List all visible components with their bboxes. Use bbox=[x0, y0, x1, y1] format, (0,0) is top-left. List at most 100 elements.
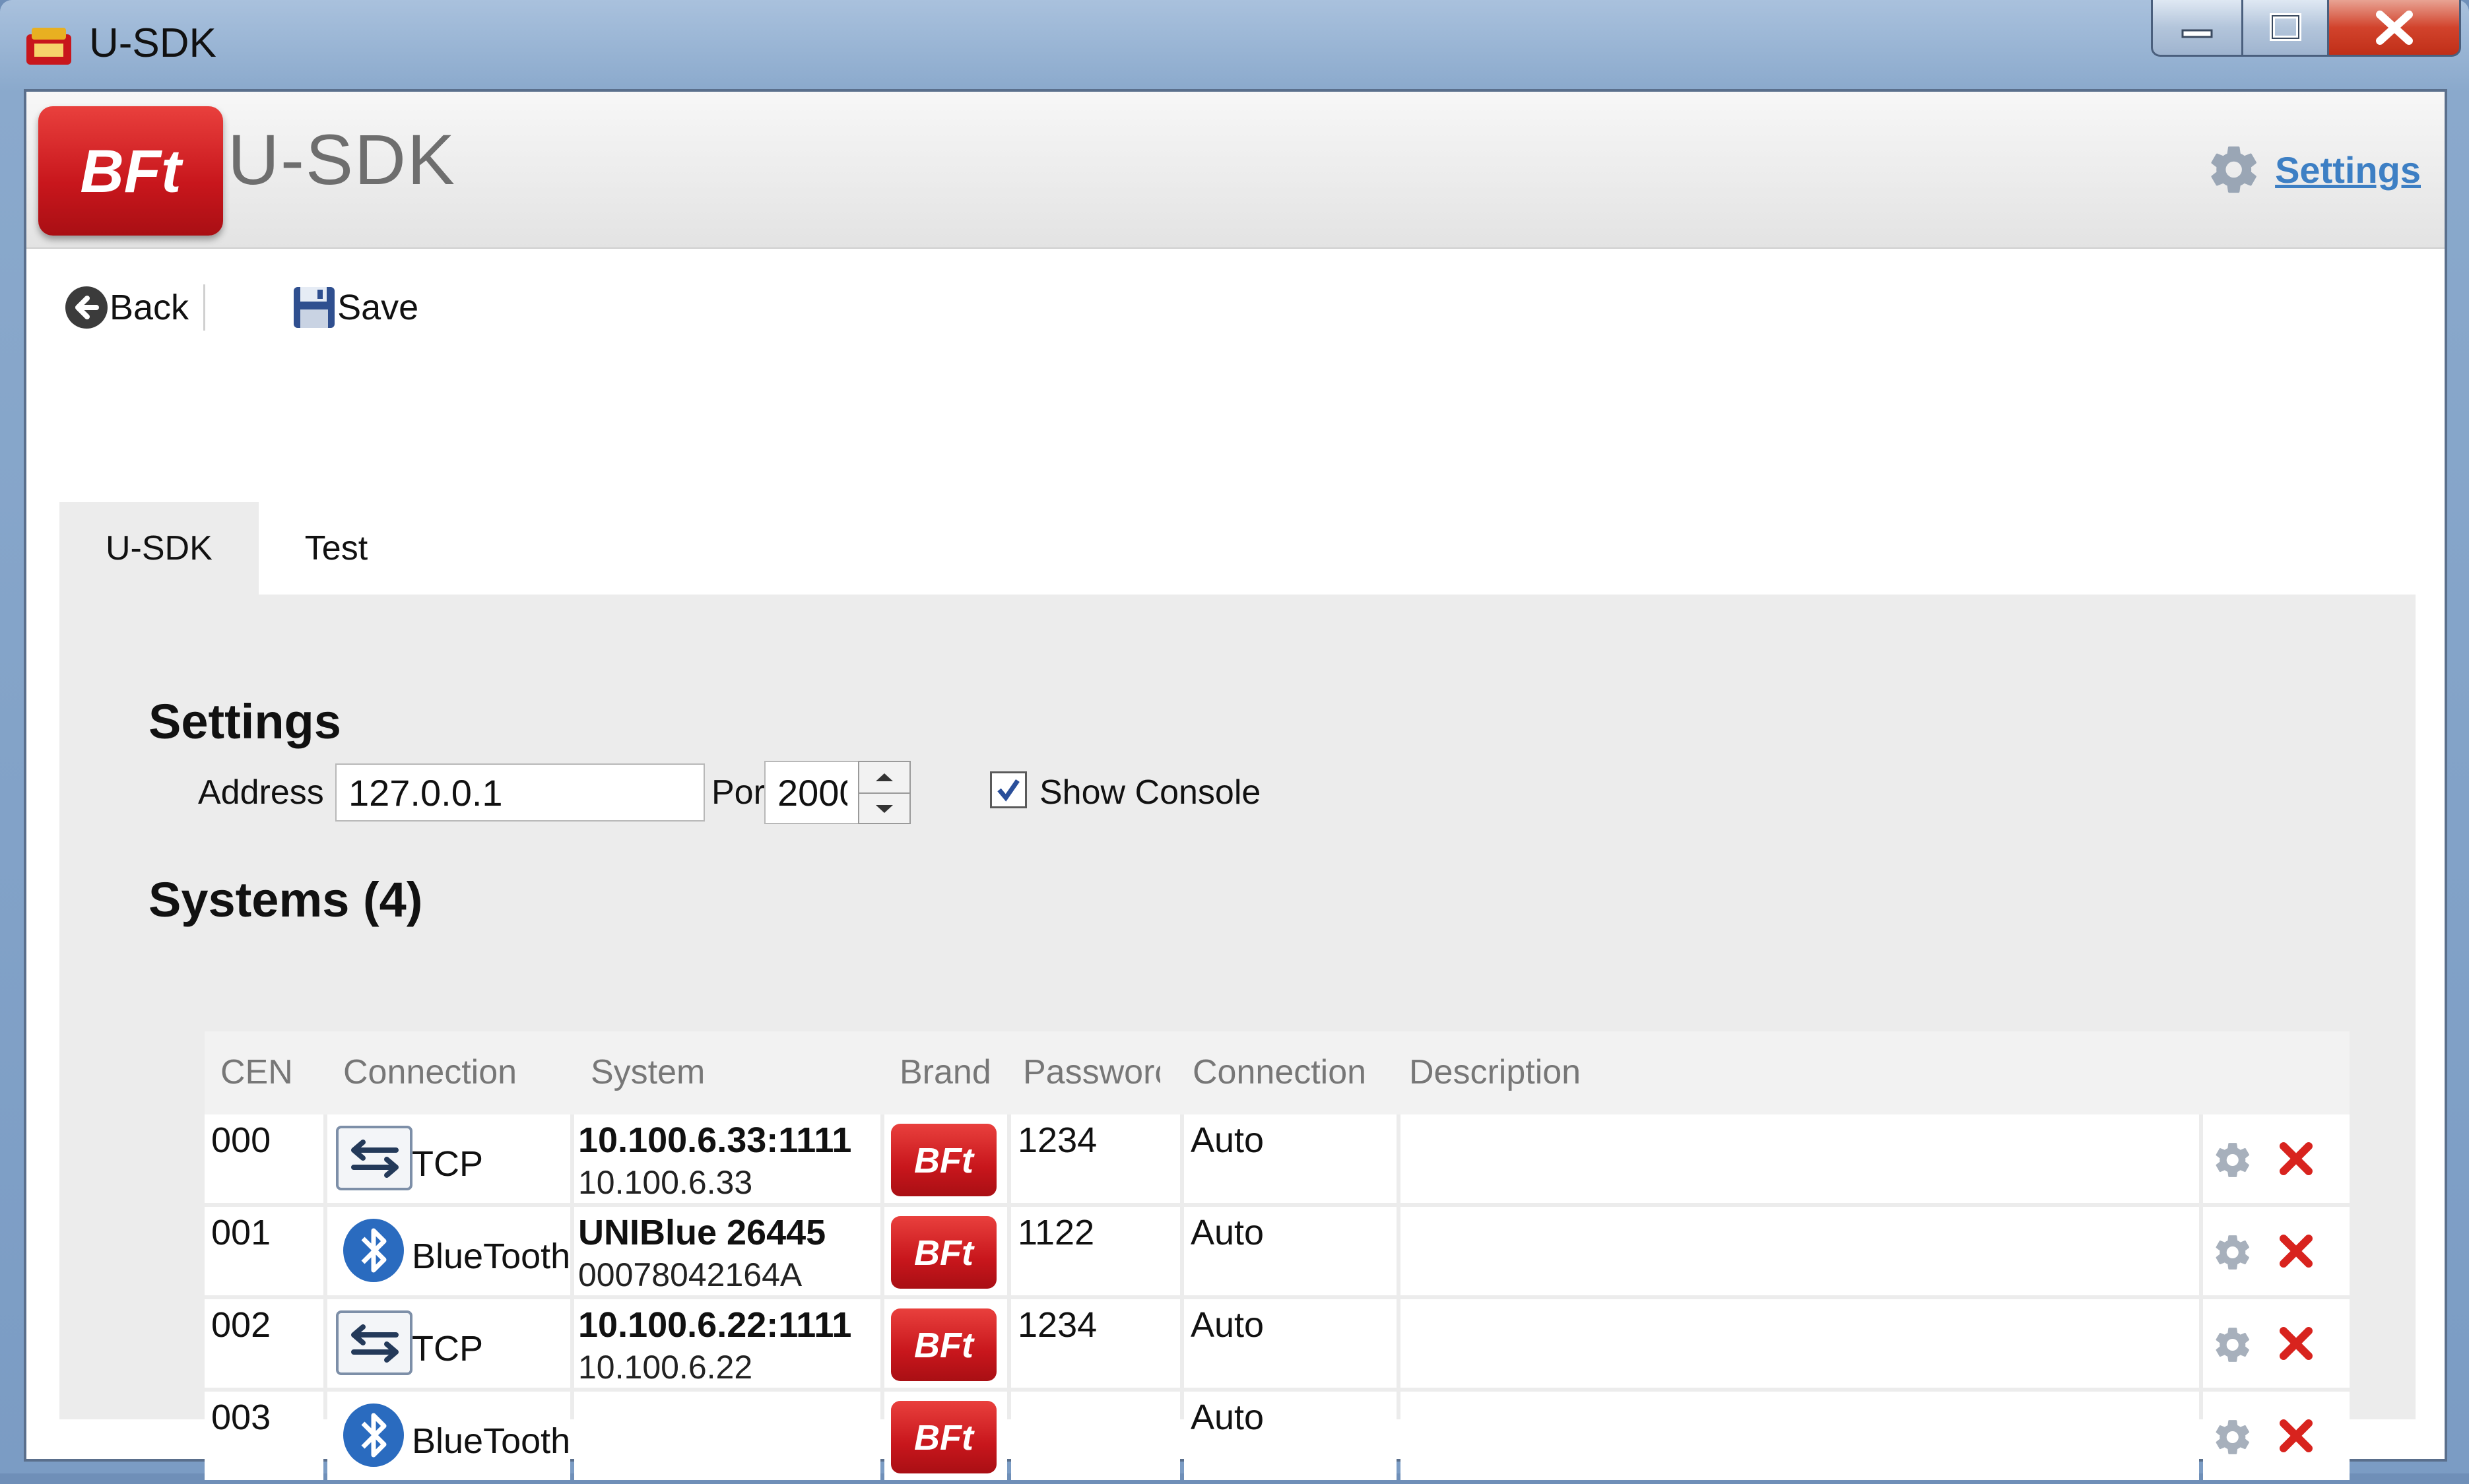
bluetooth-icon bbox=[335, 1217, 413, 1283]
password-value: 1234 bbox=[1018, 1120, 1098, 1160]
brand-logo-text: BFt bbox=[914, 1141, 975, 1180]
close-button[interactable] bbox=[2329, 0, 2461, 57]
maximize-button[interactable] bbox=[2243, 0, 2329, 57]
app-icon bbox=[26, 28, 71, 65]
cell-actions bbox=[2203, 1392, 2350, 1480]
cell-password: 1122 bbox=[1011, 1207, 1180, 1295]
bft-logo-mark: BFt bbox=[80, 138, 183, 205]
cell-mode: Auto bbox=[1184, 1207, 1397, 1295]
col-header-connection-mode[interactable]: Connection bbox=[1193, 1052, 1366, 1092]
cell-password bbox=[1011, 1392, 1180, 1480]
cell-connection: TCP bbox=[327, 1114, 570, 1203]
tcp-arrows-icon bbox=[335, 1310, 413, 1376]
col-header-brand[interactable]: Brand bbox=[900, 1052, 991, 1092]
delete-icon[interactable] bbox=[2277, 1417, 2315, 1455]
back-arrow-icon bbox=[65, 286, 108, 329]
close-icon bbox=[2375, 10, 2413, 45]
grid-body: 000 TCP 10.100.6.33:1111 10.100.6.33 BFt 1234… bbox=[205, 1114, 2350, 1484]
save-icon bbox=[294, 287, 335, 328]
col-header-password[interactable]: Passworc bbox=[1023, 1052, 1160, 1092]
port-spinner bbox=[858, 761, 911, 824]
brand-logo-text: BFt bbox=[914, 1326, 975, 1365]
cell-brand: BFt bbox=[884, 1392, 1007, 1480]
mode-value: Auto bbox=[1191, 1213, 1265, 1252]
system-address: 10.100.6.33 bbox=[578, 1164, 753, 1201]
cen-value: 000 bbox=[211, 1120, 271, 1160]
tab-u-sdk[interactable]: U-SDK bbox=[59, 502, 259, 595]
gear-icon[interactable] bbox=[2212, 1140, 2253, 1180]
address-input[interactable] bbox=[335, 763, 705, 822]
gear-icon[interactable] bbox=[2212, 1324, 2253, 1365]
settings-link[interactable]: Settings bbox=[2206, 142, 2421, 197]
cell-actions bbox=[2203, 1207, 2350, 1295]
back-label: Back bbox=[110, 288, 189, 327]
brand-logo-text: BFt bbox=[914, 1233, 975, 1273]
spin-down-button[interactable] bbox=[859, 794, 909, 824]
back-button[interactable]: Back bbox=[63, 284, 189, 331]
connection-value: BlueTooth bbox=[412, 1237, 570, 1276]
col-header-cen[interactable]: CEN bbox=[220, 1052, 293, 1092]
col-header-system[interactable]: System bbox=[591, 1052, 705, 1092]
col-header-connection[interactable]: Connection bbox=[343, 1052, 517, 1092]
delete-icon[interactable] bbox=[2277, 1232, 2315, 1270]
bft-logo-text: BFt bbox=[80, 138, 183, 205]
app-title: U-SDK bbox=[228, 119, 457, 199]
window-controls bbox=[2151, 0, 2461, 61]
show-console-checkbox[interactable] bbox=[990, 771, 1027, 808]
mode-value: Auto bbox=[1191, 1120, 1265, 1160]
cell-mode: Auto bbox=[1184, 1299, 1397, 1388]
cell-password: 1234 bbox=[1011, 1114, 1180, 1203]
gear-icon[interactable] bbox=[2212, 1232, 2253, 1273]
spin-up-button[interactable] bbox=[859, 762, 909, 794]
table-row[interactable]: 001 BlueTooth UNIBlue 26445 00078042164A BFt… bbox=[205, 1207, 2350, 1299]
address-label: Address bbox=[198, 773, 324, 812]
toolbar-divider bbox=[203, 284, 206, 331]
save-button[interactable]: Save bbox=[291, 284, 418, 331]
port-input[interactable] bbox=[764, 761, 861, 824]
minimize-icon bbox=[2181, 29, 2213, 38]
maximize-icon bbox=[2269, 13, 2301, 41]
system-name: 10.100.6.33:1111 bbox=[578, 1120, 852, 1160]
toolbar: Back Save bbox=[63, 284, 418, 331]
checkmark-icon bbox=[997, 779, 1020, 802]
title-bar[interactable]: U-SDK bbox=[0, 0, 2469, 89]
cell-brand: BFt bbox=[884, 1207, 1007, 1295]
system-address: 00078042164A bbox=[578, 1256, 803, 1293]
cell-system: UNIBlue 26445 00078042164A bbox=[574, 1207, 880, 1295]
cell-mode: Auto bbox=[1184, 1392, 1397, 1480]
cell-connection: BlueTooth bbox=[327, 1207, 570, 1295]
cell-mode: Auto bbox=[1184, 1114, 1397, 1203]
table-row[interactable]: 003 BlueTooth BFt Auto bbox=[205, 1392, 2350, 1484]
delete-icon[interactable] bbox=[2277, 1324, 2315, 1363]
mode-value: Auto bbox=[1191, 1398, 1265, 1437]
grid-header: CEN Connection System Brand Passworc Con… bbox=[205, 1031, 2350, 1114]
mode-value: Auto bbox=[1191, 1305, 1265, 1345]
table-row[interactable]: 000 TCP 10.100.6.33:1111 10.100.6.33 BFt 1234… bbox=[205, 1114, 2350, 1207]
delete-icon[interactable] bbox=[2277, 1140, 2315, 1178]
tab-test[interactable]: Test bbox=[259, 502, 414, 595]
cell-brand: BFt bbox=[884, 1299, 1007, 1388]
tab-panel-u-sdk: Settings Address Port Show Console Syste… bbox=[59, 595, 2416, 1480]
settings-link-label: Settings bbox=[2275, 148, 2421, 191]
show-console-label: Show Console bbox=[1039, 773, 1261, 812]
cen-value: 003 bbox=[211, 1398, 271, 1437]
spin-down-icon bbox=[876, 805, 893, 813]
window-title: U-SDK bbox=[89, 20, 216, 66]
minimize-button[interactable] bbox=[2151, 0, 2243, 57]
table-row[interactable]: 002 TCP 10.100.6.22:1111 10.100.6.22 BFt 1234… bbox=[205, 1299, 2350, 1392]
spin-up-icon bbox=[876, 773, 893, 781]
cell-password: 1234 bbox=[1011, 1299, 1180, 1388]
tcp-arrows-icon bbox=[335, 1125, 413, 1191]
bft-logo: BFt bbox=[38, 106, 223, 236]
system-address: 10.100.6.22 bbox=[578, 1349, 753, 1386]
cell-system bbox=[574, 1392, 880, 1480]
connection-value: TCP bbox=[412, 1144, 483, 1184]
cell-system: 10.100.6.33:1111 10.100.6.33 bbox=[574, 1114, 880, 1203]
cell-description bbox=[1400, 1392, 2199, 1480]
gear-icon[interactable] bbox=[2212, 1417, 2253, 1458]
connection-value: BlueTooth bbox=[412, 1421, 570, 1461]
col-header-description[interactable]: Description bbox=[1409, 1052, 1581, 1092]
brand-logo: BFt bbox=[891, 1124, 997, 1196]
cell-cen: 002 bbox=[205, 1299, 323, 1388]
settings-heading: Settings bbox=[148, 694, 341, 749]
